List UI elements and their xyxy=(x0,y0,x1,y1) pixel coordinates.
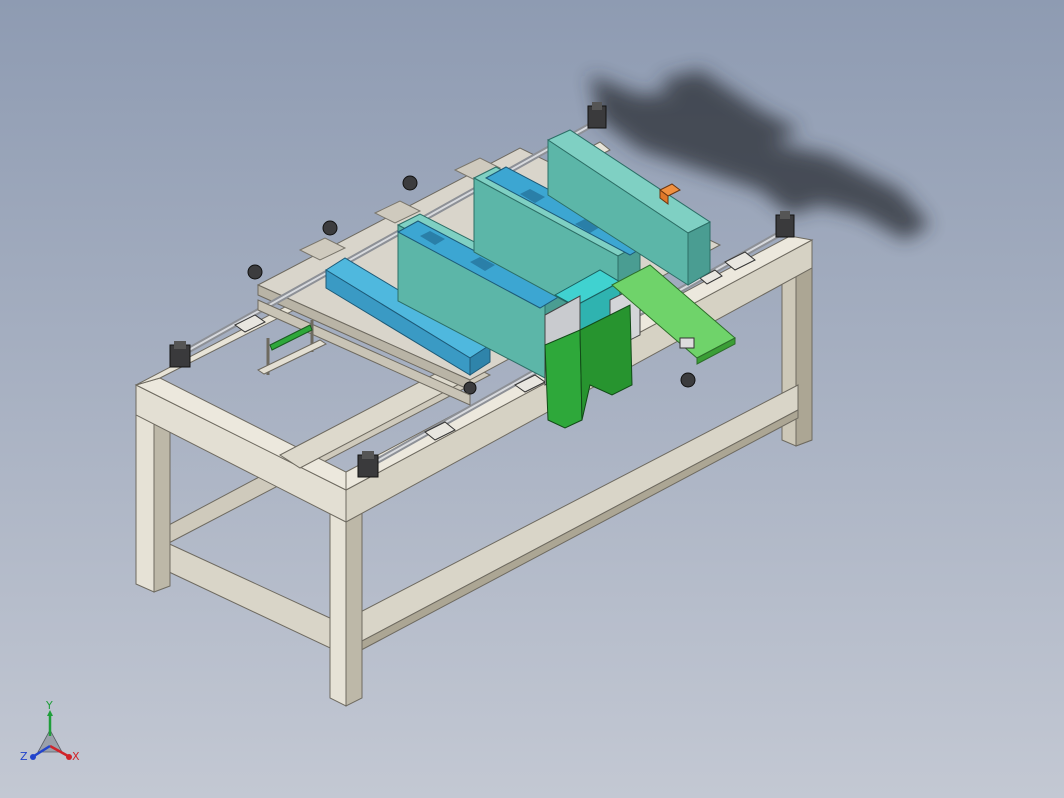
triad-y-label: Y xyxy=(45,699,53,712)
cad-viewport[interactable]: Y X Z xyxy=(0,0,1064,798)
triad-z-label: Z xyxy=(20,750,28,763)
workbench-model-view[interactable]: Y X Z xyxy=(0,0,1064,798)
triad-x-label: X xyxy=(72,750,80,763)
